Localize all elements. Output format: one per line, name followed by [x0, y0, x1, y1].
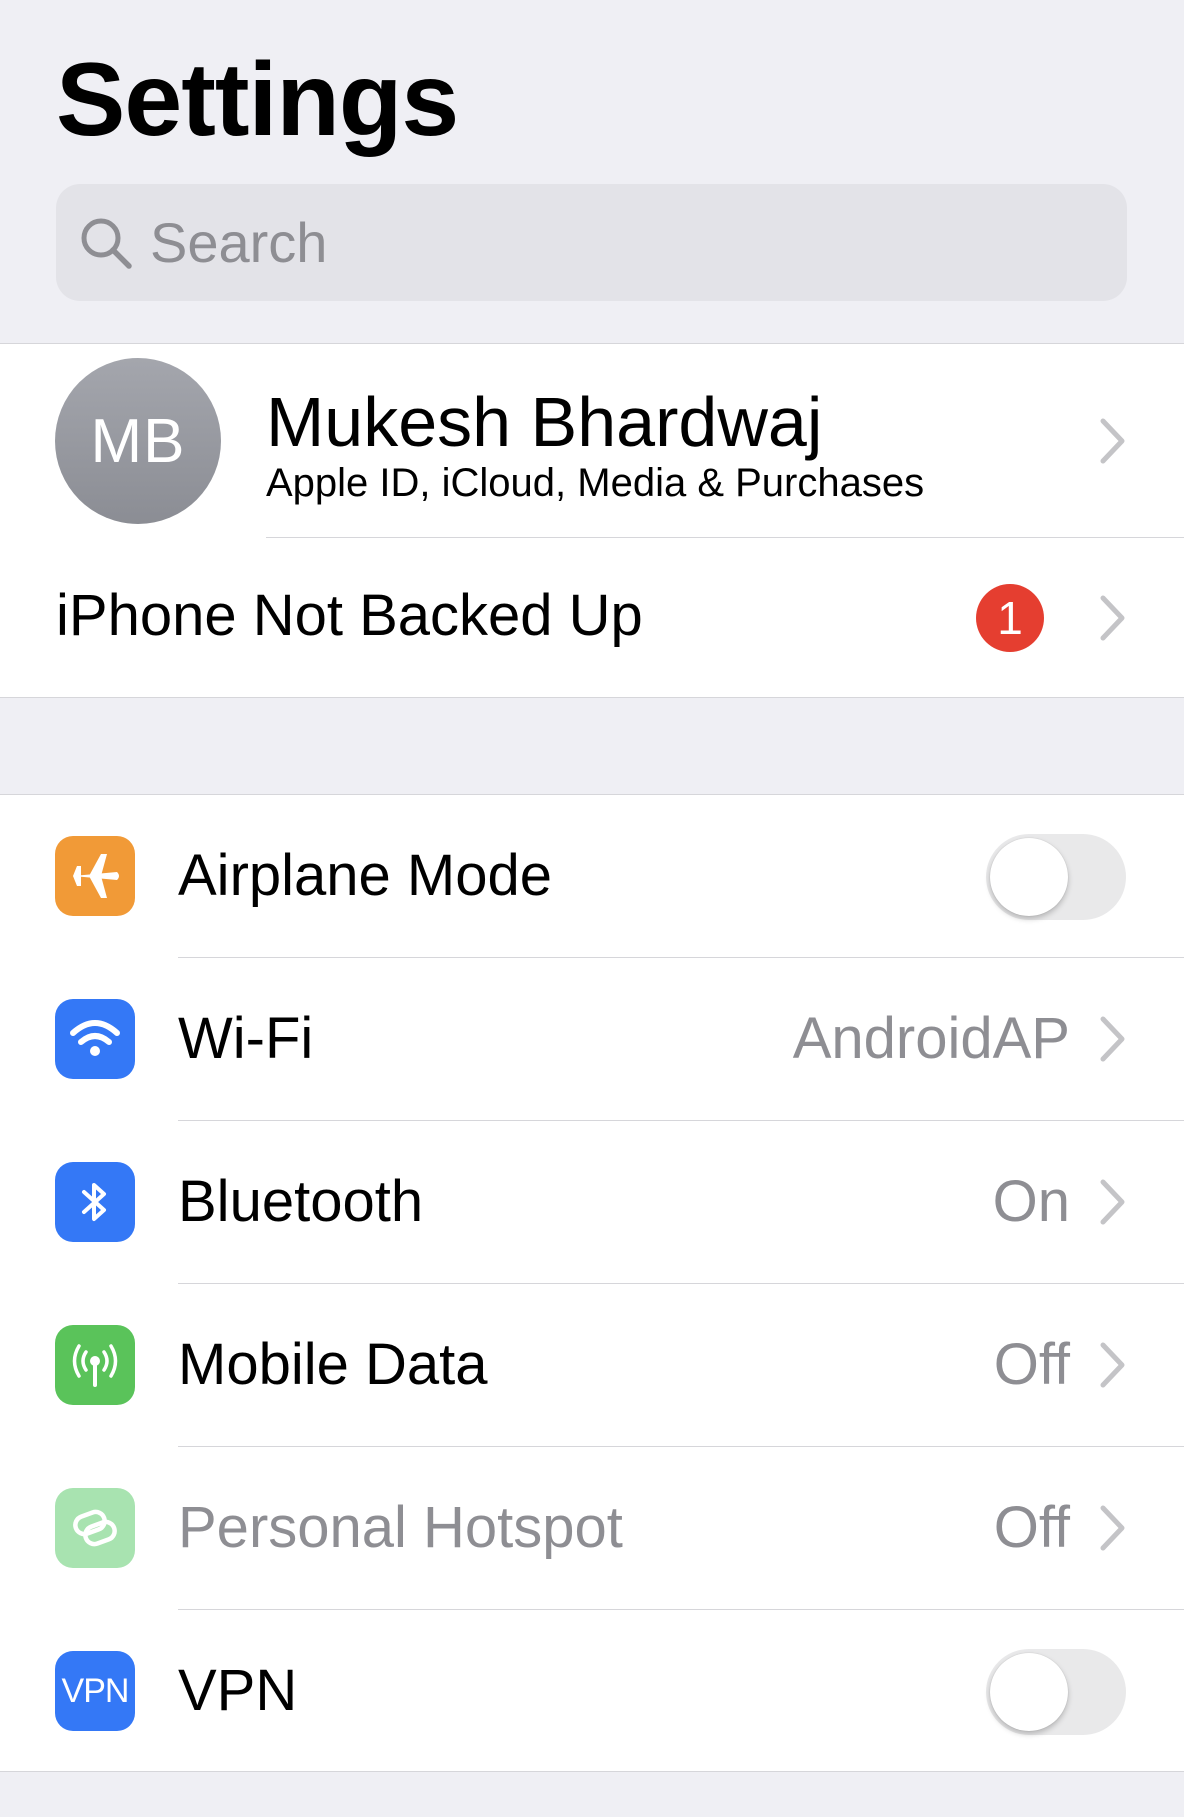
- avatar: MB: [55, 358, 221, 524]
- backup-row[interactable]: iPhone Not Backed Up 1: [0, 538, 1184, 697]
- settings-row-wifi[interactable]: Wi-Fi AndroidAP: [0, 958, 1184, 1121]
- search-placeholder: Search: [150, 211, 328, 274]
- wifi-value: AndroidAP: [792, 1006, 1070, 1071]
- chevron-right-icon: [1100, 1505, 1125, 1551]
- airplane-icon: [55, 836, 135, 916]
- airplane-mode-label: Airplane Mode: [178, 843, 552, 908]
- settings-row-mobile-data[interactable]: Mobile Data Off: [0, 1284, 1184, 1447]
- toggle-knob: [990, 1653, 1068, 1731]
- settings-row-vpn[interactable]: VPN VPN: [0, 1610, 1184, 1773]
- mobile-data-value: Off: [993, 1332, 1070, 1397]
- connectivity-group: Airplane Mode Wi-Fi AndroidAP Bluetooth: [0, 794, 1184, 1772]
- antenna-icon: [55, 1325, 135, 1405]
- wifi-label: Wi-Fi: [178, 1006, 314, 1071]
- vpn-label: VPN: [178, 1658, 298, 1723]
- settings-row-personal-hotspot[interactable]: Personal Hotspot Off: [0, 1447, 1184, 1610]
- backup-label: iPhone Not Backed Up: [56, 583, 643, 648]
- bluetooth-label: Bluetooth: [178, 1169, 424, 1234]
- search-icon: [81, 218, 132, 269]
- personal-hotspot-label: Personal Hotspot: [178, 1495, 623, 1560]
- profile-name: Mukesh Bhardwaj: [266, 383, 823, 461]
- personal-hotspot-value: Off: [993, 1495, 1070, 1560]
- settings-row-bluetooth[interactable]: Bluetooth On: [0, 1121, 1184, 1284]
- vpn-icon: VPN: [55, 1651, 135, 1731]
- vpn-icon-text: VPN: [61, 1671, 130, 1710]
- chevron-right-icon: [1100, 1342, 1125, 1388]
- hotspot-icon: [55, 1488, 135, 1568]
- settings-row-airplane-mode[interactable]: Airplane Mode: [0, 795, 1184, 958]
- notification-badge: 1: [976, 584, 1044, 652]
- wifi-icon: [55, 999, 135, 1079]
- chevron-right-icon: [1100, 1016, 1125, 1062]
- chevron-right-icon: [1100, 1179, 1125, 1225]
- airplane-mode-toggle[interactable]: [986, 834, 1126, 920]
- chevron-right-icon: [1100, 418, 1125, 464]
- page-title: Settings: [56, 42, 459, 158]
- vpn-toggle[interactable]: [986, 1649, 1126, 1735]
- profile-subtitle: Apple ID, iCloud, Media & Purchases: [266, 461, 925, 505]
- account-group: MB Mukesh Bhardwaj Apple ID, iCloud, Med…: [0, 343, 1184, 698]
- mobile-data-label: Mobile Data: [178, 1332, 488, 1397]
- toggle-knob: [990, 838, 1068, 916]
- avatar-initials: MB: [90, 406, 186, 476]
- chevron-right-icon: [1100, 595, 1125, 641]
- search-field[interactable]: Search: [56, 184, 1127, 301]
- bluetooth-value: On: [992, 1169, 1070, 1234]
- apple-id-row[interactable]: MB Mukesh Bhardwaj Apple ID, iCloud, Med…: [0, 344, 1184, 537]
- bluetooth-icon: [55, 1162, 135, 1242]
